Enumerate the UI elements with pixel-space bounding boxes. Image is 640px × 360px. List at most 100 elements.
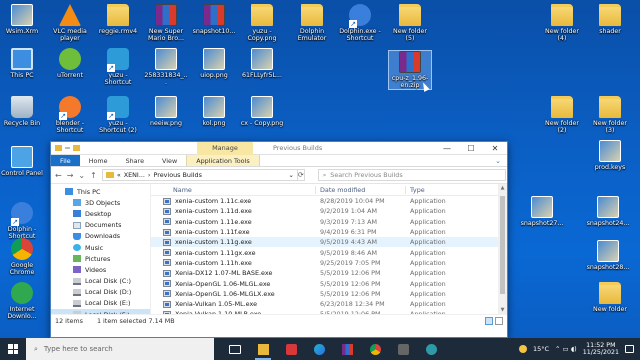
desktop-icon[interactable]: prod.keys bbox=[588, 140, 632, 171]
vertical-scrollbar[interactable]: ▲ ▼ bbox=[498, 184, 507, 314]
desktop-icon[interactable]: neeiw.png bbox=[144, 96, 188, 127]
desktop-icon[interactable]: Google Chrome bbox=[0, 238, 44, 276]
desktop-icon[interactable]: yuzu - Shortcut (2) bbox=[96, 96, 140, 134]
address-dropdown-icon[interactable]: ⌄ bbox=[288, 171, 296, 179]
scroll-up-icon[interactable]: ▲ bbox=[498, 185, 507, 191]
desktop-icon[interactable]: Dolphin.exe - Shortcut bbox=[338, 4, 382, 42]
taskbar-search-input[interactable]: ⌕ Type here to search bbox=[26, 338, 214, 360]
taskbar-app-teal-button[interactable] bbox=[420, 338, 442, 360]
details-view-icon[interactable] bbox=[485, 317, 493, 325]
address-field[interactable]: « XENI... › Previous Builds ⌄ bbox=[101, 169, 298, 181]
notification-icon[interactable] bbox=[625, 345, 634, 353]
desktop-icon[interactable]: New Super Mario Bro... bbox=[144, 4, 188, 42]
desktop-icon[interactable]: shader bbox=[588, 4, 632, 35]
desktop-icon[interactable]: New folder (2) bbox=[540, 96, 584, 134]
minimize-button[interactable]: — bbox=[435, 142, 459, 155]
breadcrumb-separator[interactable]: › bbox=[148, 171, 151, 179]
file-row[interactable]: xenia-custom 1.11h.exe 9/25/2019 7:05 PM A… bbox=[151, 258, 507, 268]
sidebar-item[interactable]: Local Disk (C:) bbox=[51, 276, 150, 287]
tab-view[interactable]: View bbox=[153, 155, 186, 166]
tab-file[interactable]: File bbox=[51, 155, 80, 166]
desktop-icon[interactable]: New folder (4) bbox=[540, 4, 584, 42]
taskbar-app-dark-button[interactable] bbox=[392, 338, 414, 360]
desktop-icon[interactable]: snapshot28... bbox=[586, 240, 630, 271]
sidebar-item[interactable]: Local Disk (D:) bbox=[51, 287, 150, 298]
search-input[interactable]: ⌕ Search Previous Builds bbox=[317, 169, 506, 181]
sidebar-item[interactable]: Downloads bbox=[51, 231, 150, 242]
desktop-icon[interactable]: kol.png bbox=[192, 96, 236, 127]
desktop-icon[interactable]: 258331834_... bbox=[144, 48, 188, 86]
file-row[interactable]: xenia-custom 1.11c.exe 8/28/2019 10:04 PM… bbox=[151, 196, 507, 206]
breadcrumb-current[interactable]: Previous Builds bbox=[153, 171, 201, 179]
tab-home[interactable]: Home bbox=[80, 155, 117, 166]
column-header-type[interactable]: Type bbox=[405, 186, 475, 194]
desktop-icon[interactable]: snapshot10... bbox=[192, 4, 236, 35]
maximize-button[interactable]: ☐ bbox=[459, 142, 483, 155]
refresh-button[interactable]: ⟳ bbox=[297, 169, 305, 181]
tab-share[interactable]: Share bbox=[117, 155, 153, 166]
desktop-icon[interactable]: cx - Copy.png bbox=[240, 96, 284, 127]
desktop-icon[interactable]: This PC bbox=[0, 48, 44, 79]
desktop-icon[interactable]: uTorrent bbox=[48, 48, 92, 79]
desktop-icon[interactable]: yuzu - Shortcut bbox=[96, 48, 140, 86]
start-button[interactable] bbox=[0, 338, 26, 360]
scroll-down-icon[interactable]: ▼ bbox=[498, 307, 507, 313]
taskbar-winrar-button[interactable] bbox=[336, 338, 358, 360]
expand-ribbon-button[interactable]: ⌄ bbox=[495, 155, 501, 167]
file-row[interactable]: xenia-custom 1.11e.exe 9/3/2019 7:13 AM Ap… bbox=[151, 217, 507, 227]
file-row[interactable]: Xenia-Vulkan 1.05-ML.exe 6/23/2018 12:34 … bbox=[151, 299, 507, 309]
weather-icon[interactable] bbox=[518, 345, 527, 353]
file-row[interactable]: Xenia-OpenGL 1.06-MLGL.exe 5/5/2019 12:06… bbox=[151, 278, 507, 288]
tray-icons[interactable]: ⌃ ▭ ◖) bbox=[555, 345, 577, 353]
up-button[interactable]: ↑ bbox=[90, 171, 97, 180]
desktop-icon[interactable]: Dolphin - Shortcut bbox=[0, 202, 44, 240]
title-bar[interactable]: Manage Previous Builds — ☐ ✕ bbox=[51, 142, 507, 155]
address-overflow[interactable]: « bbox=[117, 171, 121, 179]
column-header-date[interactable]: Date modified bbox=[315, 186, 405, 194]
desktop-icon[interactable]: uiop.png bbox=[192, 48, 236, 79]
manage-contextual-tab[interactable]: Manage bbox=[197, 142, 253, 155]
taskbar-chrome-button[interactable] bbox=[364, 338, 386, 360]
desktop-icon[interactable]: reggie.rmv4 bbox=[96, 4, 140, 35]
taskbar-file-explorer-button[interactable] bbox=[252, 338, 274, 360]
desktop-icon[interactable]: blender - Shortcut bbox=[48, 96, 92, 134]
temperature[interactable]: 15°C bbox=[533, 345, 549, 353]
sidebar-item[interactable]: This PC bbox=[51, 186, 150, 197]
folder-icon[interactable] bbox=[73, 145, 80, 151]
desktop-icon[interactable]: Dolphin Emulator bbox=[290, 4, 334, 42]
sidebar-item[interactable]: Local Disk (E:) bbox=[51, 298, 150, 309]
desktop-icon[interactable]: New folder bbox=[588, 282, 632, 313]
clock[interactable]: 11:52 PM 11/25/2021 bbox=[583, 342, 619, 357]
taskbar-edge-button[interactable] bbox=[308, 338, 330, 360]
desktop-icon[interactable]: Control Panel bbox=[0, 146, 44, 177]
close-button[interactable]: ✕ bbox=[483, 142, 507, 155]
back-button[interactable]: ← bbox=[55, 171, 62, 180]
desktop-icon[interactable]: Recycle Bin bbox=[0, 96, 44, 127]
file-row[interactable]: xenia-custom 1.11f.exe 9/4/2019 6:31 PM Ap… bbox=[151, 227, 507, 237]
desktop-icon[interactable]: VLC media player bbox=[48, 4, 92, 42]
tab-application-tools[interactable]: Application Tools bbox=[186, 155, 260, 166]
sidebar-item[interactable]: Pictures bbox=[51, 253, 150, 264]
file-row[interactable]: xenia-custom 1.11gx.exe 9/5/2019 8:46 AM A… bbox=[151, 247, 507, 257]
desktop-icon[interactable]: snapshot27... bbox=[520, 196, 564, 227]
sidebar-item[interactable]: Documents bbox=[51, 220, 150, 231]
file-row[interactable]: Xenia-OpenGL 1.06-MLGLX.exe 5/5/2019 12:0… bbox=[151, 289, 507, 299]
file-row[interactable]: xenia-custom 1.11g.exe 9/5/2019 4:43 AM Ap… bbox=[151, 237, 507, 248]
sidebar-item[interactable]: Desktop bbox=[51, 208, 150, 219]
forward-button[interactable]: → bbox=[67, 171, 74, 180]
file-row[interactable]: Xenia-DX12 1.07-ML BASE.exe 5/5/2019 12:0… bbox=[151, 268, 507, 278]
taskbar-app-red-button[interactable] bbox=[280, 338, 302, 360]
desktop-icon[interactable]: yuzu - Copy.png bbox=[240, 4, 284, 42]
scrollbar-thumb[interactable] bbox=[500, 196, 505, 294]
desktop-icon[interactable]: New folder (3) bbox=[588, 96, 632, 134]
desktop-icon[interactable]: New folder (5) bbox=[388, 4, 432, 42]
sidebar-item[interactable]: 3D Objects bbox=[51, 197, 150, 208]
desktop-icon[interactable]: snapshot24... bbox=[586, 196, 630, 227]
file-row[interactable]: xenia-custom 1.11d.exe 9/2/2019 1:04 AM Ap… bbox=[151, 206, 507, 216]
sidebar-item[interactable]: Music bbox=[51, 242, 150, 253]
recent-locations-button[interactable]: ⌄ bbox=[78, 171, 85, 180]
sidebar-item[interactable]: Videos bbox=[51, 264, 150, 275]
breadcrumb-segment[interactable]: XENI... bbox=[124, 171, 145, 179]
column-header-name[interactable]: Name bbox=[151, 186, 315, 194]
desktop-icon[interactable]: Internet Downlo... bbox=[0, 282, 44, 320]
